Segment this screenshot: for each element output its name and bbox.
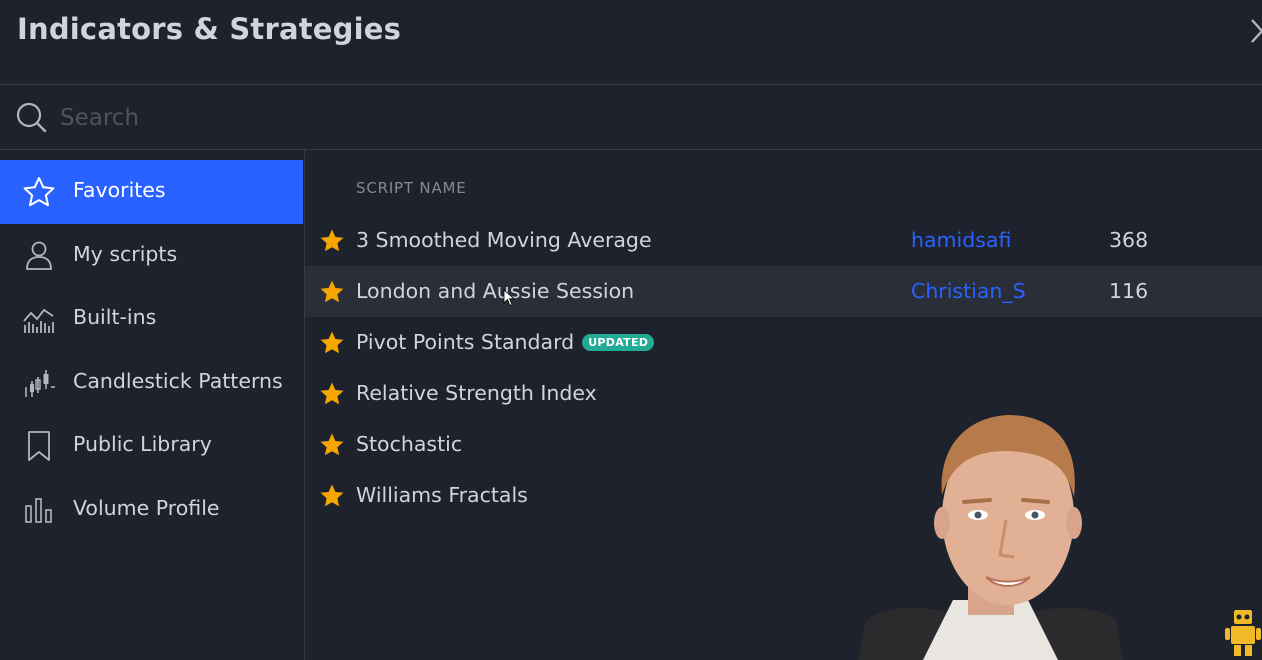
sidebar-item-my-scripts[interactable]: My scripts xyxy=(0,224,304,288)
sidebar-item-label: Volume Profile xyxy=(73,495,220,520)
star-filled-icon[interactable] xyxy=(319,330,345,356)
sidebar-item-favorites[interactable]: Favorites xyxy=(0,160,303,224)
bookmark-icon xyxy=(28,431,50,462)
script-author-link[interactable]: hamidsafi xyxy=(911,228,1011,252)
script-name: 3 Smoothed Moving Average xyxy=(356,228,652,252)
sidebar-item-volume-profile[interactable]: Volume Profile xyxy=(0,478,304,542)
mouse-cursor-icon xyxy=(503,289,515,307)
sidebar-item-label: Public Library xyxy=(73,432,212,457)
list-item[interactable]: Pivot Points Standard UPDATED xyxy=(305,317,1262,368)
sidebar-item-label: Candlestick Patterns xyxy=(73,368,283,393)
search-bar xyxy=(0,85,1262,150)
sidebar-item-candlestick-patterns[interactable]: Candlestick Patterns xyxy=(0,351,304,415)
dialog-title: Indicators & Strategies xyxy=(17,12,402,46)
updated-badge: UPDATED xyxy=(582,334,655,351)
sidebar-item-label: My scripts xyxy=(73,241,178,266)
script-name: Relative Strength Index xyxy=(356,381,597,405)
script-name: Stochastic xyxy=(356,432,463,456)
script-name: Williams Fractals xyxy=(356,483,528,507)
webcam-overlay xyxy=(858,405,1123,660)
script-author-link[interactable]: Christian_S xyxy=(911,279,1026,303)
user-icon xyxy=(26,241,52,270)
star-outline-icon xyxy=(23,177,55,207)
sidebar-item-built-ins[interactable]: Built-ins xyxy=(0,287,304,351)
star-filled-icon[interactable] xyxy=(319,432,345,458)
search-input[interactable] xyxy=(58,99,1242,137)
search-icon xyxy=(16,102,47,133)
column-header-script-name: SCRIPT NAME xyxy=(356,179,467,197)
star-filled-icon[interactable] xyxy=(319,483,345,509)
close-icon[interactable] xyxy=(1248,14,1262,48)
list-item[interactable]: London and Aussie Session Christian_S 11… xyxy=(305,266,1262,317)
script-name: London and Aussie Session xyxy=(356,279,635,303)
script-likes-count: 116 xyxy=(1109,279,1149,303)
sidebar-item-public-library[interactable]: Public Library xyxy=(0,414,304,478)
candlestick-icon xyxy=(25,369,55,397)
sidebar: Favorites My scripts Built-ins Candlesti… xyxy=(0,150,305,660)
sidebar-item-label: Built-ins xyxy=(73,305,157,330)
volume-profile-icon xyxy=(25,498,52,523)
star-filled-icon[interactable] xyxy=(319,279,345,305)
sidebar-item-label: Favorites xyxy=(73,178,166,202)
star-filled-icon[interactable] xyxy=(319,228,345,254)
close-button[interactable] xyxy=(1248,14,1262,48)
script-name-with-badge: Pivot Points Standard UPDATED xyxy=(356,330,655,354)
robot-logo-icon xyxy=(1225,610,1261,656)
list-item[interactable]: 3 Smoothed Moving Average hamidsafi 368 xyxy=(305,215,1262,266)
presenter-image xyxy=(858,415,1123,660)
script-name: Pivot Points Standard xyxy=(356,330,575,354)
script-likes-count: 368 xyxy=(1109,228,1149,252)
dialog-header: Indicators & Strategies xyxy=(0,0,1262,85)
chart-icon xyxy=(23,308,54,334)
star-filled-icon[interactable] xyxy=(319,381,345,407)
